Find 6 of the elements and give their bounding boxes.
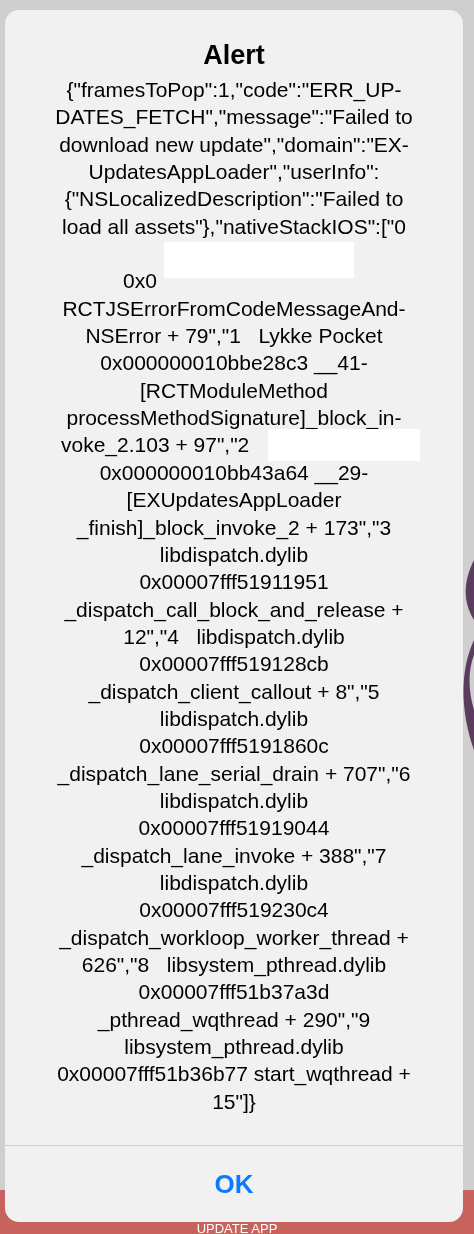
alert-title: Alert [203,40,265,70]
alert-message: 0x000000010bb43a64 __29- [EXUpdatesAppLoader _finish]_block_invoke_2 + 173","3 libdispatch.dylib 0x00007fff51911951 _dispatch_call_block_and_release + 12","4 libdispatch.dylib 0x00007fff519128cb _dispatch_client_callout + 8","5 libdispatch.dylib 0x00007fff5191860c _dispatch_lane_serial_drain + 707","6 libdispatch.dylib 0x00007fff51919044 _dispatch_lane_invoke + 388","7 libdispatch.dylib 0x00007fff519230c4 _dispatch_workloop_worker_thread + 626","8 libsystem_pthread.dylib 0x00007fff51b37a3d _pthread_wqthread + 290","9 libsystem_pthread.dylib 0x00007fff51b36b77 start_wqthread + 15"]} [57,459,411,1115]
alert-message: 0x0 [123,268,157,295]
ok-button[interactable]: OK [5,1146,463,1222]
alert-message: voke_2.103 + 97","2 [61,432,250,459]
alert-message: {"framesToPop":1,"code":"ERR_UP- DATES_FETCH","message":"Failed to download new update","domain":"EX- UpdatesAppLoader","userInfo": {"NSLocalizedDescription":"Failed to load all assets"},"nativeStackIOS":["0 [55,77,413,240]
